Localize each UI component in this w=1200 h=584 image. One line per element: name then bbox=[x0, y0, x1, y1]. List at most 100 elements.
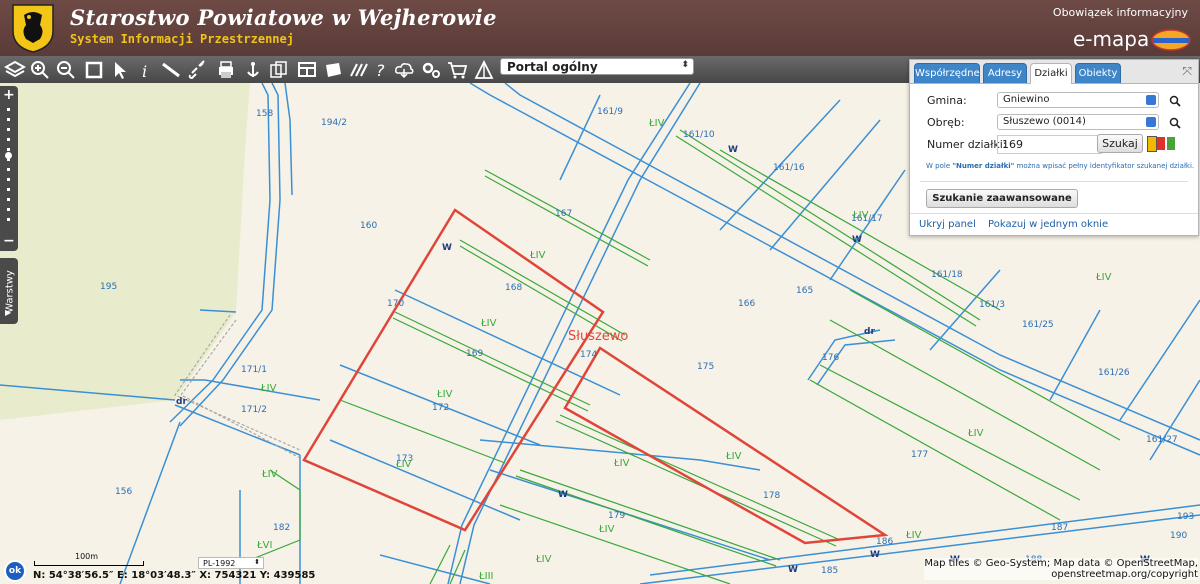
hatch-icon[interactable] bbox=[348, 59, 370, 81]
download-cloud-icon[interactable] bbox=[393, 59, 415, 81]
gmina-label: Gmina: bbox=[927, 94, 967, 107]
landuse-label: ŁIII bbox=[478, 571, 493, 582]
landuse-label: ŁIV bbox=[535, 554, 552, 565]
obreb-select[interactable]: Słuszewo (0014) bbox=[997, 114, 1159, 130]
select-arrows-icon bbox=[1146, 95, 1156, 105]
layers-icon[interactable] bbox=[4, 59, 26, 81]
parcel-label: 179 bbox=[608, 511, 625, 521]
tab-dzialki[interactable]: Działki bbox=[1030, 63, 1072, 84]
layers-tab-label: Warstwy bbox=[4, 270, 16, 313]
info-obligation-link[interactable]: Obowiązek informacyjny bbox=[1053, 6, 1188, 19]
landuse-label: ŁIV bbox=[1095, 272, 1112, 283]
parcel-label: 168 bbox=[505, 283, 522, 293]
panel-close-icon[interactable]: ⤧ bbox=[1182, 64, 1192, 79]
parcel-label: 161/9 bbox=[597, 107, 623, 117]
parcel-label: 167 bbox=[555, 209, 572, 219]
ditch-label: W bbox=[852, 235, 862, 245]
parcel-label: 169 bbox=[466, 349, 483, 359]
landuse-label: ŁVI bbox=[256, 540, 272, 551]
parcel-label: 193 bbox=[1177, 512, 1194, 522]
full-extent-icon[interactable] bbox=[83, 59, 105, 81]
gmina-select-value: Gniewino bbox=[1003, 94, 1050, 105]
cart-icon[interactable] bbox=[446, 59, 468, 81]
tab-adresy[interactable]: Adresy bbox=[983, 63, 1027, 83]
parcel-label: 172 bbox=[432, 403, 449, 413]
tab-wspolrzedne[interactable]: Współrzędne bbox=[914, 63, 980, 83]
parcel-label: 161/16 bbox=[773, 163, 805, 173]
pointer-icon[interactable] bbox=[109, 59, 131, 81]
copy-map-icon[interactable] bbox=[268, 59, 290, 81]
landuse-label: ŁIV bbox=[260, 383, 277, 394]
zoom-handle[interactable] bbox=[5, 152, 12, 159]
gmina-select[interactable]: Gniewino bbox=[997, 92, 1159, 108]
hide-panel-link[interactable]: Ukryj panel bbox=[919, 219, 976, 230]
parcel-label: 161/25 bbox=[1022, 320, 1054, 330]
window-layout-icon[interactable] bbox=[296, 59, 318, 81]
zoom-plus-icon[interactable]: + bbox=[3, 87, 15, 103]
parcel-label: 161/3 bbox=[979, 300, 1005, 310]
parcel-label: 187 bbox=[1051, 523, 1068, 533]
zoom-minus-icon[interactable]: − bbox=[3, 233, 15, 249]
attribution-link[interactable]: openstreetmap.org/copyright bbox=[924, 569, 1198, 580]
anchor-icon[interactable] bbox=[242, 59, 264, 81]
cloud-shape-icon[interactable] bbox=[322, 59, 344, 81]
portal-select[interactable]: Portal ogólny ⬍ bbox=[500, 58, 694, 75]
landuse-label: ŁIV bbox=[529, 250, 546, 261]
parcel-label: 166 bbox=[738, 299, 755, 309]
app-subtitle: System Informacji Przestrzennej bbox=[70, 32, 294, 46]
divider bbox=[920, 181, 1188, 182]
landuse-label: ŁIV bbox=[725, 451, 742, 462]
ok-badge[interactable]: ok bbox=[4, 560, 26, 582]
szukaj-button[interactable]: Szukaj bbox=[1097, 134, 1143, 153]
place-name-label: Słuszewo bbox=[568, 329, 628, 344]
print-icon[interactable] bbox=[215, 59, 237, 81]
zoom-in-icon[interactable] bbox=[29, 59, 51, 81]
crs-select[interactable]: PL-1992 ⬍ bbox=[198, 557, 264, 569]
settings-icon[interactable] bbox=[420, 59, 442, 81]
info-icon[interactable]: i bbox=[134, 59, 156, 81]
search-icon[interactable] bbox=[1169, 117, 1181, 129]
show-one-window-link[interactable]: Pokazuj w jednym oknie bbox=[988, 219, 1108, 230]
scale-bar bbox=[34, 561, 144, 566]
triangle-tool-icon[interactable] bbox=[473, 59, 495, 81]
zoom-out-icon[interactable] bbox=[55, 59, 77, 81]
parcel-label: 161/18 bbox=[931, 270, 963, 280]
scale-label: 100m bbox=[75, 552, 99, 561]
parcel-label: 177 bbox=[911, 450, 928, 460]
zoom-ticks bbox=[7, 108, 10, 228]
ditch-label: W bbox=[442, 243, 452, 253]
svg-text:i: i bbox=[142, 62, 147, 81]
highlight-color-red[interactable] bbox=[1157, 137, 1165, 150]
obreb-label: Obręb: bbox=[927, 116, 965, 129]
search-panel: Współrzędne Adresy Działki Obiekty ⤧ Gmi… bbox=[909, 59, 1199, 236]
search-icon[interactable] bbox=[1169, 95, 1181, 107]
highlight-color-green[interactable] bbox=[1167, 137, 1175, 150]
ditch-label: W bbox=[870, 550, 880, 560]
parcel-label: 165 bbox=[796, 286, 813, 296]
measure-icon[interactable] bbox=[160, 59, 182, 81]
parcel-label: 158 bbox=[256, 109, 273, 119]
tab-obiekty[interactable]: Obiekty bbox=[1075, 63, 1121, 83]
cursor-coordinates: N: 54°38′56.5″ E: 18°03′48.3″ X: 754321 … bbox=[33, 570, 316, 581]
zoom-slider[interactable]: + − bbox=[0, 86, 18, 251]
help-icon[interactable]: ? bbox=[371, 59, 393, 81]
svg-text:?: ? bbox=[376, 61, 385, 80]
parcel-label: 156 bbox=[115, 487, 132, 497]
parcel-label: 175 bbox=[697, 362, 714, 372]
numer-dzialki-input[interactable]: 169 bbox=[997, 135, 1102, 154]
ditch-label: W bbox=[788, 565, 798, 575]
parcel-label: 170 bbox=[387, 299, 404, 309]
parcel-label: 178 bbox=[763, 491, 780, 501]
ditch-label: W bbox=[728, 145, 738, 155]
parcel-label: 160 bbox=[360, 221, 377, 231]
app-title: Starostwo Powiatowe w Wejherowie bbox=[70, 5, 497, 30]
attribution-line: Map tiles © Geo-System; Map data © OpenS… bbox=[924, 558, 1198, 569]
parcel-label: 186 bbox=[876, 537, 893, 547]
link-icon[interactable] bbox=[187, 59, 209, 81]
panel-footer-links: Ukryj panel Pokazuj w jednym oknie bbox=[919, 219, 1117, 230]
highlight-color-yellow[interactable] bbox=[1147, 136, 1157, 152]
ditch-label: W bbox=[558, 490, 568, 500]
landuse-label: ŁIV bbox=[905, 530, 922, 541]
divider bbox=[910, 213, 1198, 214]
advanced-search-button[interactable]: Szukanie zaawansowane bbox=[926, 189, 1078, 208]
